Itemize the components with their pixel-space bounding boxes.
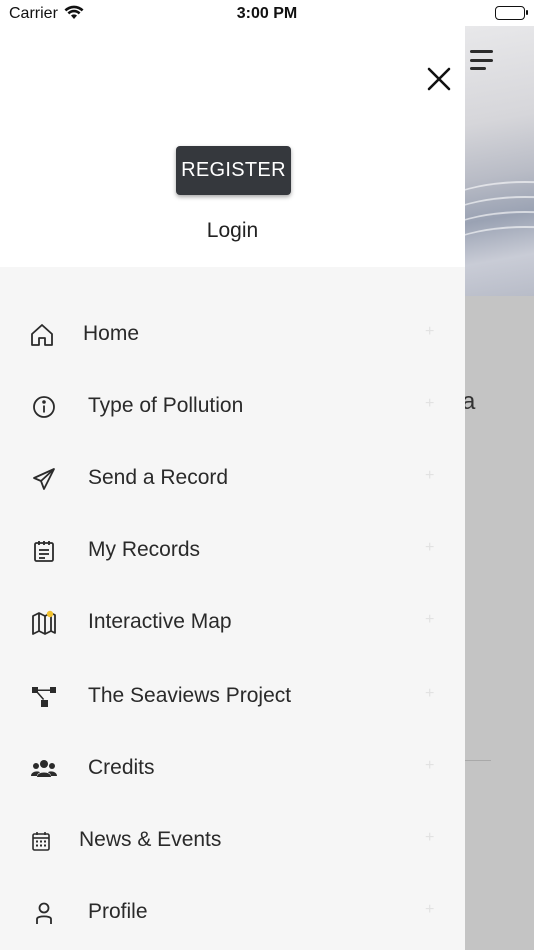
expand-icon: + [425,467,435,484]
menu-item-send-a-record[interactable]: Send a Record + [0,449,465,509]
expand-icon: + [425,829,435,846]
menu-item-label: Type of Pollution [88,394,244,417]
person-icon [30,899,58,927]
close-icon[interactable] [424,64,454,94]
menu-item-label: Send a Record [88,466,229,489]
notepad-icon [30,537,58,565]
navigation-drawer: REGISTER Login Home + Type of Pollution … [0,26,465,950]
menu-item-profile[interactable]: Profile + [0,883,465,943]
expand-icon: + [425,611,435,628]
menu-item-label: My Records [88,538,201,561]
expand-icon: + [425,757,435,774]
expand-icon: + [425,395,435,412]
map-icon [30,609,58,637]
menu-item-label: Interactive Map [88,610,232,633]
menu-item-the-seaviews-project[interactable]: The Seaviews Project + [0,667,465,727]
home-icon [28,321,56,349]
menu-item-my-records[interactable]: My Records + [0,521,465,581]
battery-icon [495,6,528,20]
users-icon [30,755,58,783]
menu-item-interactive-map[interactable]: Interactive Map + [0,593,465,653]
hamburger-menu-icon[interactable] [470,50,494,70]
menu-item-type-of-pollution[interactable]: Type of Pollution + [0,377,465,437]
drawer-header: REGISTER Login [0,26,465,267]
menu-item-label: Home [83,322,140,345]
calendar-icon [27,827,55,855]
info-icon [30,393,58,421]
menu-item-label: Profile [88,900,148,923]
expand-icon: + [425,323,435,340]
login-link[interactable]: Login [0,219,465,243]
register-button[interactable]: REGISTER [176,146,291,195]
menu-item-label: News & Events [79,828,222,851]
expand-icon: + [425,539,435,556]
menu-item-credits[interactable]: Credits + [0,739,465,799]
menu-item-home[interactable]: Home + [0,305,465,365]
menu-item-news-and-events[interactable]: News & Events + [0,811,465,871]
clock: 3:00 PM [236,5,298,22]
expand-icon: + [425,901,435,918]
background-divider [465,760,491,761]
menu-item-label: The Seaviews Project [88,684,292,707]
paper-plane-icon [30,465,58,493]
expand-icon: + [425,685,435,702]
sitemap-icon [30,683,58,711]
menu-item-label: Credits [88,756,155,779]
status-bar: Carrier 3:00 PM [0,0,534,26]
